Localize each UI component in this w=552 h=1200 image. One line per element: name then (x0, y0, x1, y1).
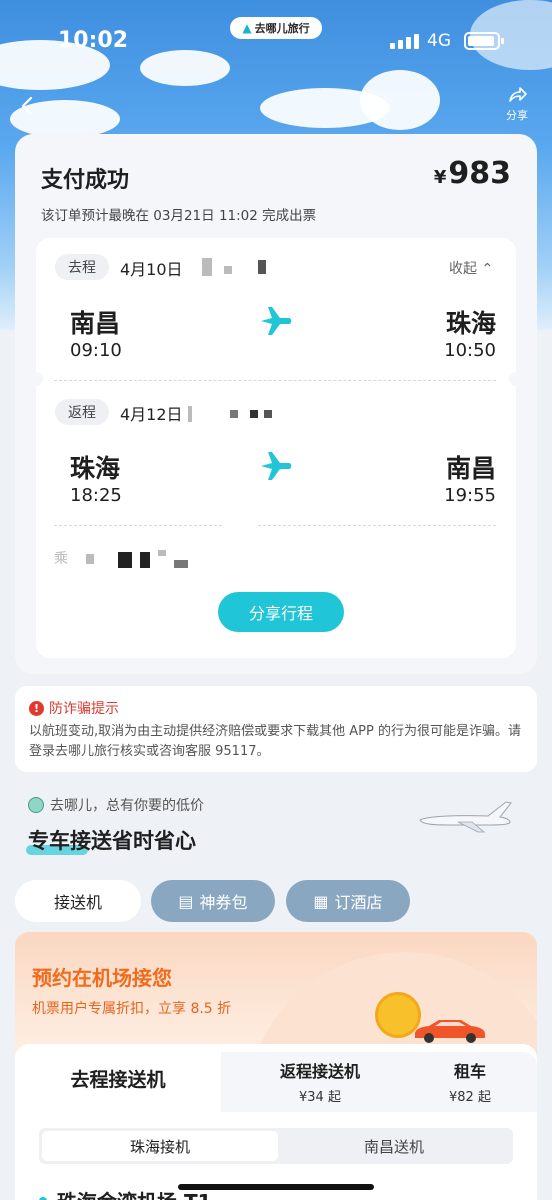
redacted-block (230, 410, 238, 418)
hotel-icon: ▦ (313, 891, 329, 911)
tab-coupon-pack[interactable]: ▤ 神券包 (151, 880, 275, 922)
ticketing-note: 该订单预计最晚在 03月21日 11:02 完成出票 (41, 208, 317, 224)
redacted-block (140, 552, 150, 568)
tab-airport-transfer[interactable]: 接送机 (15, 880, 141, 922)
outbound-date: 4月10日 (120, 260, 183, 279)
redacted-block (174, 560, 188, 568)
signal-icon (390, 33, 420, 49)
transfer-panel: 去程接送机 返程接送机 ¥34 起 租车 ¥82 起 珠海接机 南昌送机 珠海金… (15, 1044, 537, 1200)
redacted-block (258, 260, 266, 274)
divider (54, 525, 222, 526)
camel-logo-icon: ▲ (242, 21, 252, 35)
plane-icon (261, 452, 292, 480)
segment-dropoff[interactable]: 南昌送机 (278, 1131, 510, 1161)
transfer-tabs: 去程接送机 返程接送机 ¥34 起 租车 ¥82 起 (15, 1044, 537, 1112)
share-label: 分享 (506, 109, 528, 122)
promo-slogan: 去哪儿，总有你要的低价 (28, 795, 204, 815)
segment-pickup[interactable]: 珠海接机 (42, 1131, 278, 1161)
share-button[interactable]: 分享 (500, 86, 534, 123)
status-time: 10:02 (58, 28, 129, 53)
outbound-tag: 去程 (55, 254, 109, 280)
mascot-icon (28, 797, 44, 813)
tab-book-hotel[interactable]: ▦ 订酒店 (286, 880, 410, 922)
redacted-block (118, 552, 132, 568)
airplane-illustration-icon (419, 801, 512, 833)
network-type: 4G (427, 31, 451, 51)
fraud-notice: ! 防诈骗提示 以航班变动,取消为由主动提供经济赔偿或要求下载其他 APP 的行… (15, 686, 537, 772)
home-indicator (178, 1184, 374, 1190)
pickup-dropoff-switch: 珠海接机 南昌送机 (39, 1128, 513, 1164)
battery-icon (464, 32, 504, 50)
return-to-time: 19:55 (444, 485, 496, 506)
banner-subtitle: 机票用户专属折扣，立享 8.5 折 (32, 1001, 232, 1017)
return-tag: 返程 (55, 399, 109, 425)
back-arrow-icon[interactable] (18, 96, 38, 116)
plane-icon (261, 307, 292, 335)
ticket-icon: ▤ (178, 891, 194, 911)
redacted-block (224, 266, 232, 274)
payment-amount: ¥983 (433, 156, 511, 191)
outbound-from-city: 南昌 (70, 309, 121, 338)
share-icon (509, 87, 527, 102)
outbound-from-time: 09:10 (70, 340, 122, 361)
collapse-toggle[interactable]: 收起 ⌃ (449, 258, 493, 278)
tab-outbound-transfer[interactable]: 去程接送机 (15, 1044, 221, 1112)
return-date: 4月12日 (120, 405, 183, 424)
trip-detail-card: 去程 4月10日 收起 ⌃ 南昌 09:10 珠海 10:50 返程 4月12日… (29, 238, 523, 658)
fraud-title: ! 防诈骗提示 (29, 698, 119, 718)
redacted-block (250, 410, 258, 418)
ticket-notch (509, 372, 523, 386)
share-trip-button[interactable]: 分享行程 (218, 592, 344, 632)
redacted-block (158, 550, 166, 556)
tab-car-rental[interactable]: 租车 ¥82 起 (425, 1058, 515, 1105)
return-to-city: 南昌 (445, 454, 496, 483)
redacted-block (264, 410, 272, 418)
redacted-block (188, 406, 192, 422)
tab-return-transfer[interactable]: 返程接送机 ¥34 起 (245, 1058, 395, 1105)
banner-title: 预约在机场接您 (32, 966, 172, 990)
divider (258, 525, 496, 526)
fraud-text: 以航班变动,取消为由主动提供经济赔偿或要求下载其他 APP 的行为很可能是诈骗。… (29, 724, 521, 759)
brand-pill: ▲ 去哪儿旅行 (230, 17, 322, 39)
divider (54, 380, 496, 381)
status-bar: 10:02 ▲ 去哪儿旅行 4G (0, 0, 552, 84)
location-dot-icon (39, 1196, 47, 1200)
ticket-notch (29, 372, 43, 386)
chevron-up-icon: ⌃ (481, 261, 494, 277)
car-icon (415, 1020, 485, 1043)
redacted-block (202, 258, 212, 276)
return-from-city: 珠海 (70, 454, 121, 483)
brand-name: 去哪儿旅行 (254, 22, 310, 35)
payment-title: 支付成功 (41, 168, 130, 193)
promo-title: 专车接送省时省心 (28, 829, 196, 853)
passenger-label: 乘 (54, 551, 68, 567)
outbound-to-time: 10:50 (444, 340, 496, 361)
outbound-to-city: 珠海 (445, 309, 496, 338)
warning-shield-icon: ! (29, 700, 44, 716)
redacted-block (86, 554, 94, 564)
return-from-time: 18:25 (70, 485, 122, 506)
